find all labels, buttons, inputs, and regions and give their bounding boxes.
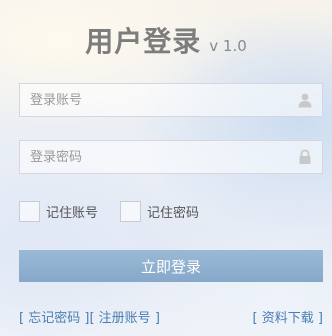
register-link[interactable]: 注册账号 [99,311,151,326]
user-icon [298,93,312,108]
forgot-password-link[interactable]: 忘记密码 [28,311,80,326]
downloads-link[interactable]: 资料下载 [262,311,314,326]
lock-icon [299,149,311,164]
username-field[interactable] [19,83,323,117]
title-row: 用户登录 v 1.0 [0,20,332,60]
remember-password[interactable]: 记住密码 [120,200,199,222]
username-input[interactable] [20,84,290,116]
remember-account-checkbox[interactable] [19,200,40,222]
version-label: v 1.0 [209,37,247,55]
password-input[interactable] [20,141,290,173]
remember-password-label: 记住密码 [147,205,200,221]
page-title: 用户登录 [85,25,202,58]
footer-links-right: [ 资料下载 ] [252,311,323,326]
login-button[interactable]: 立即登录 [19,250,323,282]
remember-account-label: 记住账号 [46,205,99,221]
remember-password-checkbox[interactable] [120,200,141,222]
remember-account[interactable]: 记住账号 [19,200,98,222]
footer-links-left: [ 忘记密码 ][ 注册账号 ] [19,311,160,326]
password-field[interactable] [19,140,323,174]
